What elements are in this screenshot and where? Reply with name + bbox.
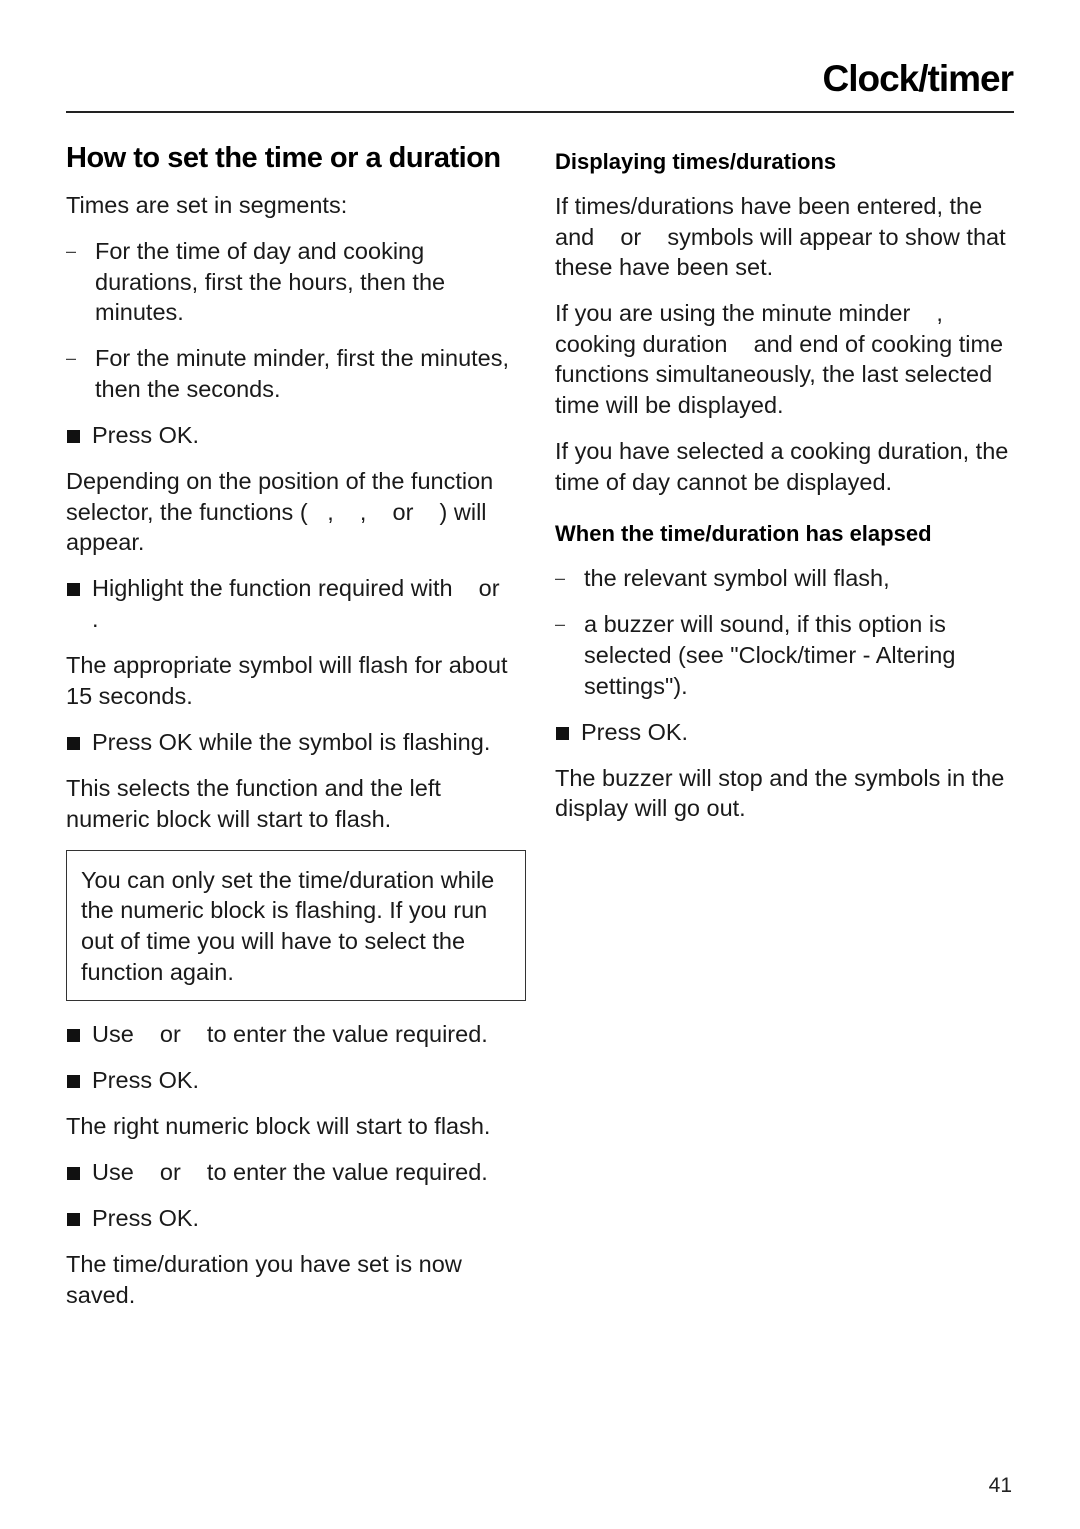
step-item: Press OK. [66, 1065, 526, 1096]
step-text: Press OK. [581, 718, 689, 745]
elapsed-item: the relevant symbol will flash, [555, 563, 1015, 594]
selects-text: This selects the function and the left n… [66, 774, 441, 832]
bullet-square-icon [67, 1167, 80, 1181]
bullet-square-icon [67, 736, 80, 750]
intro-text: Times are set in segments: [66, 192, 348, 218]
section-title: Clock/timer [822, 58, 1014, 99]
step-text: Press OK. [92, 1066, 200, 1093]
bullet-square-icon [556, 726, 569, 740]
left-column: How to set the time or a duration Times … [66, 140, 526, 1326]
displaying-para: If times/durations have been entered, th… [555, 193, 1013, 281]
step-item: Use or to enter the value required. [66, 1157, 526, 1188]
step-item: Press OK. [555, 717, 1015, 748]
elapsed-result: The buzzer will stop and the symbols in … [555, 764, 1005, 822]
displaying-para: If you have selected a cooking duration,… [555, 438, 1009, 495]
step-text: Press OK. [92, 1205, 200, 1232]
bullet-square-icon [67, 1213, 80, 1227]
right-column: Displaying times/durations If times/dura… [555, 147, 1015, 840]
function-selector-text: Depending on the position of the functio… [66, 468, 500, 556]
step-text: Highlight the function required with or … [92, 575, 526, 633]
step-item: Use or to enter the value required. [66, 1019, 526, 1050]
saved-text: The time/duration you have set is now sa… [66, 1251, 462, 1308]
step-item: Press OK. [66, 1203, 526, 1234]
displaying-para: If you are using the minute minder , coo… [555, 300, 1030, 419]
displaying-heading: Displaying times/durations [555, 149, 837, 174]
step-item: Press OK while the symbol is flashing. [66, 727, 526, 758]
bullet-square-icon [67, 1074, 80, 1088]
right-block-text: The right numeric block will start to fl… [66, 1112, 491, 1139]
elapsed-heading: When the time/duration has elapsed [555, 521, 932, 547]
header-rule [66, 111, 1014, 113]
bullet-square-icon [67, 583, 80, 597]
bullet-square-icon [67, 430, 80, 444]
section-heading: How to set the time or a duration [66, 142, 501, 174]
step-text: Use or to enter the value required. [92, 1020, 488, 1047]
flash-info-text: The appropriate symbol will flash for ab… [66, 652, 508, 709]
segment-item: For the time of day and cooking duration… [66, 236, 526, 328]
step-text: Press OK. [92, 422, 200, 449]
elapsed-item: a buzzer will sound, if this option is s… [555, 609, 1015, 701]
step-text: Press OK while the symbol is flashing. [92, 728, 491, 755]
step-item: Press OK. [66, 420, 526, 451]
segment-item: For the minute minder, first the minutes… [66, 343, 526, 404]
bullet-square-icon [67, 1028, 80, 1042]
page-number: 41 [988, 1474, 1012, 1497]
note-box: You can only set the time/duration while… [66, 849, 526, 1001]
step-text: Use or to enter the value required. [92, 1159, 488, 1186]
step-item: Highlight the function required with or … [66, 573, 526, 634]
